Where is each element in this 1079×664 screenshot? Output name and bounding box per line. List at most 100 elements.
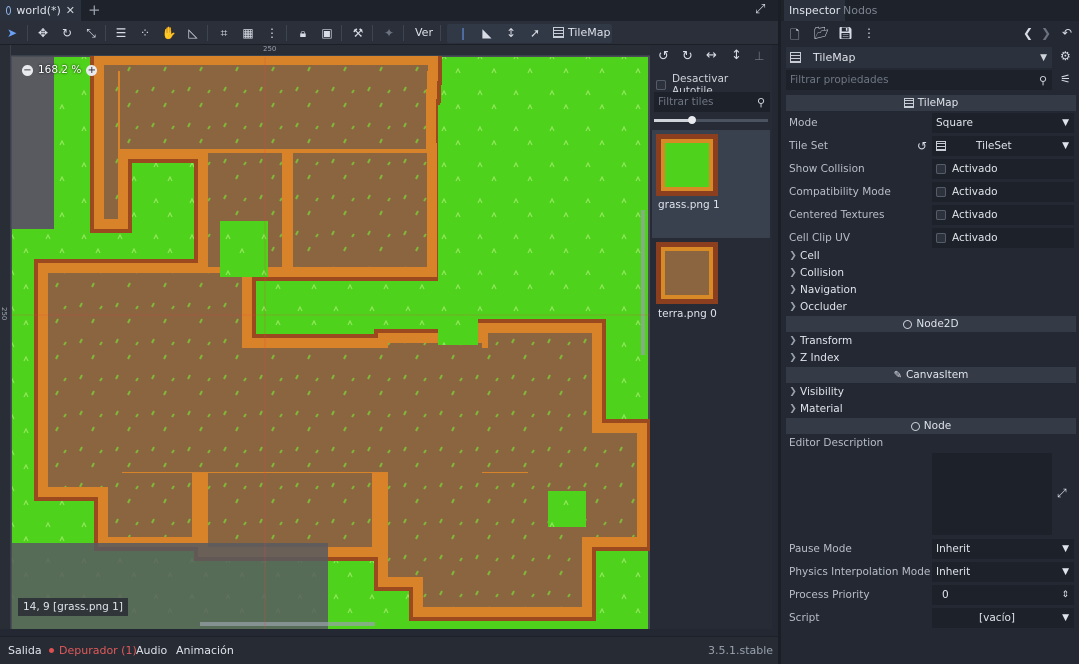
distraction-free-icon[interactable]: ⤢ bbox=[755, 2, 765, 17]
camera-override-icon[interactable]: ✦ bbox=[379, 24, 399, 42]
object-selector[interactable]: TileMap ▼ bbox=[786, 47, 1052, 68]
pivot-icon[interactable]: ⁘ bbox=[135, 24, 155, 42]
category-cell[interactable]: ❯ Cell bbox=[786, 247, 819, 264]
category-navigation[interactable]: ❯ Navigation bbox=[786, 281, 856, 298]
flip-v-icon[interactable]: ↕ bbox=[731, 48, 742, 63]
tab-animation[interactable]: Animación bbox=[176, 644, 234, 657]
tile-label: grass.png 1 bbox=[658, 199, 720, 211]
scale-mode-icon[interactable]: ⤡ bbox=[81, 24, 101, 42]
physics-interpolation-select[interactable]: Inherit ▼ bbox=[932, 562, 1074, 582]
editor-description-textarea[interactable] bbox=[932, 453, 1052, 535]
bucket-fill-icon[interactable]: ◣ bbox=[477, 24, 497, 42]
ruler-icon[interactable]: ◺ bbox=[183, 24, 203, 42]
history-back-icon[interactable]: ❮ bbox=[1023, 26, 1033, 40]
tab-nodes[interactable]: Nodos bbox=[843, 4, 877, 17]
open-resource-icon[interactable]: 📂︎ bbox=[814, 26, 829, 40]
clear-transform-icon[interactable]: ⊥ bbox=[754, 49, 764, 63]
centered-textures-checkbox[interactable]: Activado bbox=[932, 205, 1074, 225]
tab-inspector[interactable]: Inspector bbox=[784, 0, 846, 21]
horizontal-scrollbar[interactable] bbox=[200, 622, 375, 626]
pause-mode-select[interactable]: Inherit ▼ bbox=[932, 539, 1074, 559]
category-collision[interactable]: ❯ Collision bbox=[786, 264, 844, 281]
canvas-viewport[interactable]: − 168.2 % + 14, 9 [grass.png 1] bbox=[0, 45, 650, 629]
tile-size-slider[interactable] bbox=[654, 116, 768, 124]
show-collision-checkbox[interactable]: Activado bbox=[932, 159, 1074, 179]
filter-settings-icon[interactable]: ⚟ bbox=[1060, 72, 1071, 86]
tilemap-label: TileMap bbox=[568, 26, 611, 39]
smart-snap-icon[interactable]: ⌗ bbox=[214, 24, 234, 42]
flip-h-icon[interactable]: ↔ bbox=[706, 48, 717, 63]
prop-label: Pause Mode bbox=[789, 543, 852, 555]
prop-label: Process Priority bbox=[789, 589, 870, 601]
rotate-left-icon[interactable]: ↺ bbox=[658, 49, 669, 64]
zoom-out-icon[interactable]: − bbox=[22, 64, 33, 76]
tile-palette: ↺ ↻ ↔ ↕ ⊥ Desactivar Autotile Filtrar ti… bbox=[650, 45, 772, 629]
chevron-right-icon: ❯ bbox=[789, 335, 797, 346]
scene-tab-label: world(*) bbox=[16, 4, 61, 17]
tile-item-grass[interactable]: grass.png 1 bbox=[652, 130, 770, 238]
close-icon[interactable]: ✕ bbox=[66, 4, 75, 17]
zoom-in-icon[interactable]: + bbox=[86, 64, 98, 76]
zoom-level[interactable]: 168.2 % bbox=[38, 64, 81, 76]
grid-snap-icon[interactable]: ▦ bbox=[238, 24, 258, 42]
revert-icon[interactable]: ↺ bbox=[917, 139, 927, 153]
tab-debugger[interactable]: Depurador (1) bbox=[59, 644, 137, 657]
bottom-panel-bar: Salida Depurador (1) Audio Animación 3.5… bbox=[0, 636, 778, 664]
ruler-top-mark: 250 bbox=[263, 45, 277, 53]
scene-tab-world[interactable]: world(*) ✕ bbox=[0, 0, 81, 21]
checkbox-icon bbox=[656, 80, 666, 90]
node-config-icon[interactable]: ⚙ bbox=[1060, 49, 1071, 63]
line-tool-icon[interactable]: ↕ bbox=[501, 24, 521, 42]
prop-value: Activado bbox=[952, 232, 998, 244]
lock-icon[interactable]: 🔒︎ bbox=[293, 24, 313, 42]
tab-audio[interactable]: Audio bbox=[136, 644, 167, 657]
new-resource-icon[interactable]: 🗋︎ bbox=[790, 26, 800, 47]
prop-label: Mode bbox=[789, 117, 818, 129]
save-resource-icon[interactable]: 💾︎ bbox=[838, 26, 853, 40]
more-icon[interactable]: ⋮ bbox=[863, 26, 875, 40]
skeleton-icon[interactable]: ⚒ bbox=[348, 24, 368, 42]
category-occluder[interactable]: ❯ Occluder bbox=[786, 298, 847, 315]
property-filter-input[interactable]: Filtrar propiedades ⚲ bbox=[786, 70, 1052, 90]
add-tab-icon[interactable]: + bbox=[88, 1, 101, 19]
grass-tile-preview bbox=[656, 134, 718, 196]
prop-label: Script bbox=[789, 612, 820, 624]
scene-tab-bar: world(*) ✕ + ⤢ bbox=[0, 0, 778, 21]
checkbox-icon bbox=[936, 233, 946, 243]
process-priority-spinbox[interactable]: 0 ⇕ bbox=[932, 585, 1074, 605]
tileset-resource[interactable]: TileSet ▼ bbox=[932, 136, 1074, 156]
category-visibility[interactable]: ❯ Visibility bbox=[786, 383, 844, 400]
view-menu[interactable]: Ver bbox=[415, 26, 433, 39]
rotate-mode-icon[interactable]: ↻ bbox=[57, 24, 77, 42]
paint-tile-icon[interactable]: ❘ bbox=[453, 24, 473, 42]
tile-item-terra[interactable]: terra.png 0 bbox=[652, 240, 770, 330]
prop-value: Inherit bbox=[936, 543, 971, 555]
tilemap-canvas[interactable] bbox=[0, 45, 650, 629]
tile-filter-input[interactable]: Filtrar tiles ⚲ bbox=[654, 92, 770, 112]
cell-clip-uv-checkbox[interactable]: Activado bbox=[932, 228, 1074, 248]
tab-output[interactable]: Salida bbox=[8, 644, 42, 657]
move-mode-icon[interactable]: ✥ bbox=[33, 24, 53, 42]
object-name: TileMap bbox=[813, 51, 856, 64]
pan-hand-icon[interactable]: ✋ bbox=[159, 24, 179, 42]
expand-icon[interactable]: ⤢ bbox=[1057, 486, 1067, 501]
history-icon[interactable]: ↶ bbox=[1062, 26, 1072, 40]
list-select-icon[interactable]: ☰ bbox=[111, 24, 131, 42]
category-z-index[interactable]: ❯ Z Index bbox=[786, 349, 839, 366]
node2d-icon bbox=[903, 319, 913, 329]
compatibility-mode-checkbox[interactable]: Activado bbox=[932, 182, 1074, 202]
group-icon[interactable]: ▣ bbox=[317, 24, 337, 42]
tilemap-icon bbox=[903, 98, 914, 108]
mode-select[interactable]: Square ▼ bbox=[932, 113, 1074, 133]
vertical-scrollbar[interactable] bbox=[641, 210, 645, 355]
tile-label: terra.png 0 bbox=[658, 308, 717, 320]
snap-options-icon[interactable]: ⋮ bbox=[262, 24, 282, 42]
prop-value: 0 bbox=[942, 589, 949, 601]
category-material[interactable]: ❯ Material bbox=[786, 400, 842, 417]
pick-tile-icon[interactable]: ➚ bbox=[525, 24, 545, 42]
select-mode-icon[interactable]: ➤ bbox=[2, 24, 22, 42]
rotate-right-icon[interactable]: ↻ bbox=[682, 49, 693, 64]
category-transform[interactable]: ❯ Transform bbox=[786, 332, 852, 349]
script-resource[interactable]: [vacío] ▼ bbox=[932, 608, 1074, 628]
history-forward-icon[interactable]: ❯ bbox=[1041, 26, 1051, 40]
